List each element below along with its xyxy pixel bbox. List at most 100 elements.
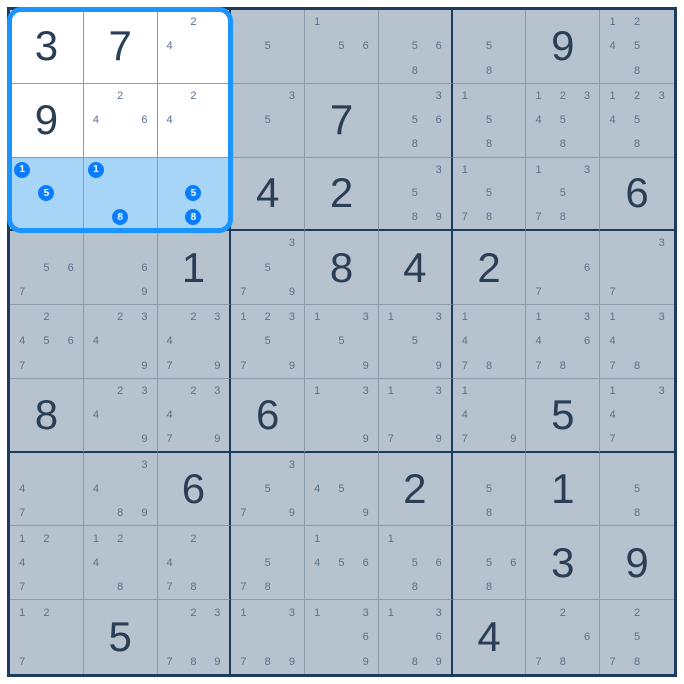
candidate-2 — [403, 10, 427, 34]
cell-r6-c5[interactable]: 139 — [305, 379, 379, 453]
cell-r1-c4[interactable]: 5 — [231, 10, 305, 84]
cell-r8-c3[interactable]: 2478 — [158, 526, 232, 600]
cell-r1-c2[interactable]: 7 — [84, 10, 158, 84]
candidate-2 — [477, 526, 501, 550]
cell-r7-c4[interactable]: 3579 — [231, 453, 305, 527]
cell-r3-c1[interactable]: 15 — [10, 158, 84, 232]
cell-r7-c2[interactable]: 3489 — [84, 453, 158, 527]
cell-r9-c2[interactable]: 5 — [84, 600, 158, 674]
cell-r2-c5[interactable]: 7 — [305, 84, 379, 158]
cell-r5-c5[interactable]: 1359 — [305, 305, 379, 379]
cell-r8-c6[interactable]: 1568 — [379, 526, 453, 600]
cell-r8-c5[interactable]: 1456 — [305, 526, 379, 600]
candidate-2 — [477, 84, 501, 108]
cell-r4-c7[interactable]: 2 — [453, 231, 527, 305]
cell-r6-c1[interactable]: 8 — [10, 379, 84, 453]
cell-r8-c4[interactable]: 578 — [231, 526, 305, 600]
cell-r3-c2[interactable]: 18 — [84, 158, 158, 232]
cell-r5-c4[interactable]: 123579 — [231, 305, 305, 379]
cell-r5-c2[interactable]: 2349 — [84, 305, 158, 379]
cell-r2-c7[interactable]: 158 — [453, 84, 527, 158]
cell-r2-c3[interactable]: 24 — [158, 84, 232, 158]
cell-r8-c1[interactable]: 1247 — [10, 526, 84, 600]
cell-r5-c1[interactable]: 24567 — [10, 305, 84, 379]
cell-r7-c3[interactable]: 6 — [158, 453, 232, 527]
cell-r7-c6[interactable]: 2 — [379, 453, 453, 527]
cell-r2-c1[interactable]: 9 — [10, 84, 84, 158]
cell-r6-c2[interactable]: 2349 — [84, 379, 158, 453]
cell-r2-c9[interactable]: 123458 — [600, 84, 674, 158]
cell-r2-c4[interactable]: 35 — [231, 84, 305, 158]
cell-r3-c3[interactable]: 58 — [158, 158, 232, 232]
cell-r1-c9[interactable]: 12458 — [600, 10, 674, 84]
candidate-5: 5 — [403, 181, 427, 205]
cell-r6-c7[interactable]: 1479 — [453, 379, 527, 453]
cell-r6-c3[interactable]: 23479 — [158, 379, 232, 453]
cell-r3-c6[interactable]: 3589 — [379, 158, 453, 232]
cell-r1-c1[interactable]: 3 — [10, 10, 84, 84]
cell-r1-c5[interactable]: 156 — [305, 10, 379, 84]
cell-r3-c7[interactable]: 1578 — [453, 158, 527, 232]
cell-r4-c3[interactable]: 1 — [158, 231, 232, 305]
cell-r6-c8[interactable]: 5 — [526, 379, 600, 453]
cell-r9-c7[interactable]: 4 — [453, 600, 527, 674]
cell-r7-c7[interactable]: 58 — [453, 453, 527, 527]
cell-r8-c8[interactable]: 3 — [526, 526, 600, 600]
cell-r3-c8[interactable]: 13578 — [526, 158, 600, 232]
cell-r8-c2[interactable]: 1248 — [84, 526, 158, 600]
cell-r4-c4[interactable]: 3579 — [231, 231, 305, 305]
cell-r5-c8[interactable]: 134678 — [526, 305, 600, 379]
candidate-8: 8 — [625, 501, 650, 525]
cell-r7-c8[interactable]: 1 — [526, 453, 600, 527]
cell-r9-c3[interactable]: 23789 — [158, 600, 232, 674]
cell-r6-c9[interactable]: 1347 — [600, 379, 674, 453]
cell-r2-c2[interactable]: 246 — [84, 84, 158, 158]
cell-r9-c1[interactable]: 127 — [10, 600, 84, 674]
cell-r1-c6[interactable]: 568 — [379, 10, 453, 84]
cell-r2-c8[interactable]: 123458 — [526, 84, 600, 158]
cell-r5-c3[interactable]: 23479 — [158, 305, 232, 379]
cell-r4-c1[interactable]: 567 — [10, 231, 84, 305]
cell-r9-c8[interactable]: 2678 — [526, 600, 600, 674]
cell-r2-c6[interactable]: 3568 — [379, 84, 453, 158]
candidate-3: 3 — [132, 379, 156, 403]
cell-r1-c8[interactable]: 9 — [526, 10, 600, 84]
cell-r8-c9[interactable]: 9 — [600, 526, 674, 600]
candidate-3 — [280, 526, 304, 550]
cell-r5-c7[interactable]: 1478 — [453, 305, 527, 379]
cell-r8-c7[interactable]: 568 — [453, 526, 527, 600]
cell-r4-c5[interactable]: 8 — [305, 231, 379, 305]
cell-r9-c4[interactable]: 13789 — [231, 600, 305, 674]
candidate-4: 4 — [453, 403, 477, 427]
cell-r9-c9[interactable]: 2578 — [600, 600, 674, 674]
cell-r9-c5[interactable]: 1369 — [305, 600, 379, 674]
cell-r5-c9[interactable]: 13478 — [600, 305, 674, 379]
candidate-9 — [205, 59, 229, 83]
cell-r3-c5[interactable]: 2 — [305, 158, 379, 232]
candidates-grid: 58 — [158, 158, 230, 230]
cell-r4-c6[interactable]: 4 — [379, 231, 453, 305]
cell-r5-c6[interactable]: 1359 — [379, 305, 453, 379]
cell-r4-c8[interactable]: 67 — [526, 231, 600, 305]
cell-r1-c3[interactable]: 24 — [158, 10, 232, 84]
cell-r7-c9[interactable]: 58 — [600, 453, 674, 527]
cell-r6-c4[interactable]: 6 — [231, 379, 305, 453]
cell-r4-c2[interactable]: 69 — [84, 231, 158, 305]
candidate-7: 7 — [231, 354, 255, 378]
sudoku-board[interactable]: 3724515656858912458924624357356815812345… — [7, 7, 677, 677]
candidate-5: 5 — [256, 256, 280, 280]
candidate-4: 4 — [453, 329, 477, 353]
candidate-3 — [59, 600, 83, 625]
candidate-1: 1 — [600, 379, 625, 403]
cell-r3-c4[interactable]: 4 — [231, 158, 305, 232]
candidate-4: 4 — [84, 477, 108, 501]
candidate-7: 7 — [526, 280, 550, 304]
cell-r7-c1[interactable]: 47 — [10, 453, 84, 527]
cell-r3-c9[interactable]: 6 — [600, 158, 674, 232]
cell-r7-c5[interactable]: 459 — [305, 453, 379, 527]
cell-r4-c9[interactable]: 37 — [600, 231, 674, 305]
cell-r6-c6[interactable]: 1379 — [379, 379, 453, 453]
cell-r1-c7[interactable]: 58 — [453, 10, 527, 84]
candidate-1: 1 — [526, 305, 550, 329]
cell-r9-c6[interactable]: 13689 — [379, 600, 453, 674]
